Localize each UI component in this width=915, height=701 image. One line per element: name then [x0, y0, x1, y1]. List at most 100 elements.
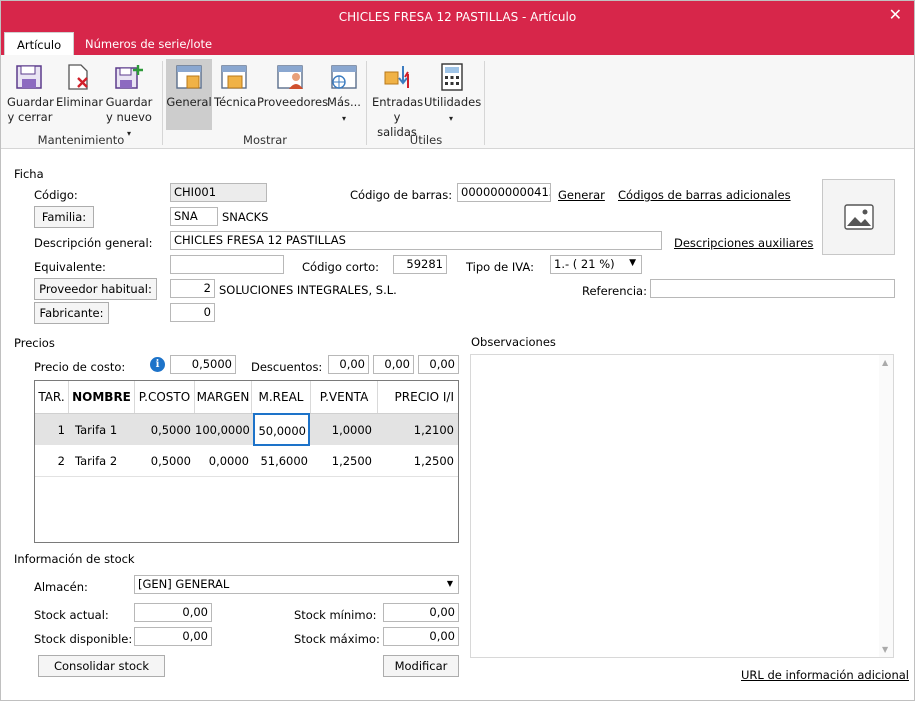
- proveedor-code-field[interactable]: 2: [170, 279, 215, 298]
- section-stock: Información de stock: [14, 552, 135, 566]
- tarifas-grid[interactable]: TAR. NOMBRE P.COSTO MARGEN M.REAL P.VENT…: [34, 380, 459, 543]
- column-header[interactable]: P.VENTA: [311, 381, 378, 413]
- cell-mreal-active[interactable]: 50,0000: [253, 413, 310, 446]
- cell-pventa: 1,2500: [331, 454, 372, 468]
- observaciones-label: Observaciones: [471, 335, 556, 349]
- chevron-down-icon: ▼: [446, 579, 453, 588]
- article-window: CHICLES FRESA 12 PASTILLAS - Artículo ✕ …: [0, 0, 915, 701]
- precio-costo-label: Precio de costo:: [34, 360, 126, 374]
- technical-button[interactable]: Técnica: [214, 59, 256, 110]
- observaciones-scrollbar[interactable]: ▲ ▼: [879, 355, 893, 657]
- general-label: General: [166, 95, 212, 109]
- chevron-down-icon: ▼: [629, 258, 636, 268]
- window-title: CHICLES FRESA 12 PASTILLAS - Artículo: [338, 10, 577, 24]
- tipo-iva-select[interactable]: 1.- ( 21 %) ▼: [550, 255, 642, 274]
- stock-minimo-label: Stock mínimo:: [294, 608, 377, 622]
- stock-disponible-field[interactable]: 0,00: [134, 627, 212, 646]
- proveedor-button[interactable]: Proveedor habitual:: [34, 278, 157, 300]
- save-new-button[interactable]: Guardar y nuevo ▾: [103, 59, 155, 141]
- technical-icon: [219, 62, 249, 92]
- descripcion-label: Descripción general:: [34, 236, 153, 250]
- column-header[interactable]: M.REAL: [252, 381, 311, 413]
- cell-mreal: 51,6000: [260, 454, 308, 468]
- cell-pventa: 1,0000: [331, 423, 372, 437]
- codigo-barras-label: Código de barras:: [350, 188, 453, 202]
- codigo-barras-field[interactable]: 0000000000413: [457, 183, 551, 202]
- calculator-icon: [436, 62, 466, 92]
- save-close-button[interactable]: Guardar y cerrar: [7, 59, 54, 125]
- cell-tarifa: 2: [57, 454, 65, 468]
- table-row[interactable]: 2 Tarifa 2 0,5000 0,0000 51,6000 1,2500 …: [35, 445, 458, 477]
- general-button[interactable]: General: [166, 59, 212, 130]
- more-icon: [329, 62, 359, 92]
- suppliers-button[interactable]: Proveedores: [257, 59, 328, 110]
- group-mostrar: Mostrar: [243, 133, 287, 147]
- codigos-adicionales-link[interactable]: Códigos de barras adicionales: [618, 188, 791, 202]
- cell-precio-ii: 1,2100: [413, 423, 454, 437]
- descuentos-label: Descuentos:: [251, 360, 323, 374]
- column-header[interactable]: PRECIO I/I: [378, 381, 458, 413]
- descuento-2-field[interactable]: 0,00: [373, 355, 414, 374]
- codigo-field[interactable]: CHI001: [170, 183, 267, 202]
- chevron-down-icon: ▾: [341, 114, 346, 123]
- stock-minimo-field[interactable]: 0,00: [383, 603, 459, 622]
- column-header[interactable]: NOMBRE: [69, 381, 135, 413]
- codigo-corto-field[interactable]: 59281: [393, 255, 447, 274]
- column-header[interactable]: TAR.: [35, 381, 69, 413]
- equivalente-field[interactable]: [170, 255, 284, 274]
- familia-code-field[interactable]: SNA: [170, 207, 218, 226]
- save-close-line2: y cerrar: [7, 110, 53, 124]
- column-header[interactable]: P.COSTO: [135, 381, 195, 413]
- fabricante-button[interactable]: Fabricante:: [34, 302, 109, 324]
- cell-pcosto: 0,5000: [150, 423, 191, 437]
- consolidar-stock-button[interactable]: Consolidar stock: [38, 655, 165, 677]
- cell-margen: 100,0000: [195, 423, 250, 437]
- column-header[interactable]: MARGEN: [195, 381, 252, 413]
- cell-precio-ii: 1,2500: [413, 454, 454, 468]
- referencia-label: Referencia:: [582, 284, 647, 298]
- scroll-down-icon[interactable]: ▼: [882, 645, 888, 654]
- product-image-box[interactable]: [822, 179, 895, 255]
- modificar-button[interactable]: Modificar: [383, 655, 459, 677]
- info-icon[interactable]: i: [150, 357, 165, 372]
- ribbon-separator: [162, 61, 163, 145]
- descuento-3-field[interactable]: 0,00: [418, 355, 459, 374]
- table-row[interactable]: 1 Tarifa 1 0,5000 100,0000 50,0000 1,000…: [35, 413, 458, 446]
- descuento-1-field[interactable]: 0,00: [328, 355, 369, 374]
- url-info-link[interactable]: URL de información adicional: [741, 668, 909, 682]
- ribbon: Guardar y cerrar Eliminar Guardar y nuev…: [1, 55, 914, 149]
- tab-articulo[interactable]: Artículo: [4, 32, 75, 56]
- suppliers-label: Proveedores: [257, 95, 329, 109]
- stock-actual-field[interactable]: 0,00: [134, 603, 212, 622]
- descripcion-field[interactable]: CHICLES FRESA 12 PASTILLAS: [170, 231, 662, 250]
- delete-label: Eliminar: [56, 95, 104, 109]
- chevron-down-icon: ▾: [448, 114, 453, 123]
- generar-link[interactable]: Generar: [558, 188, 605, 202]
- tab-numeros-serie[interactable]: Números de serie/lote: [73, 32, 224, 56]
- cell-tarifa: 1: [57, 423, 65, 437]
- codigo-label: Código:: [34, 188, 78, 202]
- scroll-up-icon[interactable]: ▲: [882, 358, 888, 367]
- utilities-button[interactable]: Utilidades ▾: [424, 59, 481, 126]
- tipo-iva-value: 1.- ( 21 %): [554, 257, 615, 271]
- descripciones-aux-link[interactable]: Descripciones auxiliares: [674, 236, 813, 250]
- cell-pcosto: 0,5000: [150, 454, 191, 468]
- tipo-iva-label: Tipo de IVA:: [466, 260, 534, 274]
- stock-maximo-label: Stock máximo:: [294, 632, 380, 646]
- close-icon[interactable]: ✕: [889, 5, 902, 24]
- observaciones-textarea[interactable]: ▲ ▼: [470, 354, 894, 658]
- almacen-label: Almacén:: [34, 580, 88, 594]
- more-button[interactable]: Más... ▾: [326, 59, 362, 126]
- proveedor-name: SOLUCIONES INTEGRALES, S.L.: [219, 283, 397, 297]
- inputs-outputs-button[interactable]: Entradas y salidas: [372, 59, 423, 140]
- fabricante-field[interactable]: 0: [170, 303, 215, 322]
- save-close-icon: [15, 62, 45, 92]
- almacen-select[interactable]: [GEN] GENERAL ▼: [134, 575, 459, 594]
- more-label: Más...: [327, 95, 361, 109]
- familia-button[interactable]: Familia:: [34, 206, 94, 228]
- delete-button[interactable]: Eliminar: [56, 59, 104, 110]
- stock-maximo-field[interactable]: 0,00: [383, 627, 459, 646]
- referencia-field[interactable]: [650, 279, 895, 298]
- title-bar: CHICLES FRESA 12 PASTILLAS - Artículo ✕ …: [1, 1, 914, 56]
- precio-costo-field[interactable]: 0,5000: [170, 355, 236, 374]
